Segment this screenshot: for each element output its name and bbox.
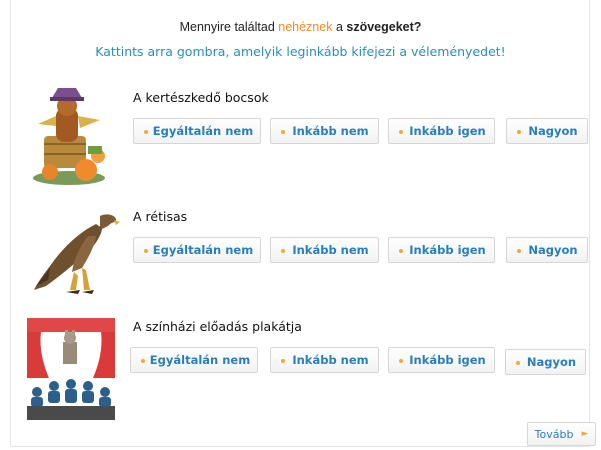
option-rather-not-button[interactable]: Inkább nem [270,347,379,373]
next-button-label: Tovább [534,427,574,441]
button-label: Inkább nem [292,243,369,257]
button-label: Egyáltalán nem [152,124,254,138]
option-not-at-all-button[interactable]: Egyáltalán nem [133,237,261,263]
bullet-icon [399,130,403,134]
bullet-icon [144,130,148,134]
option-rather-yes-button[interactable]: Inkább igen [388,347,495,373]
theater-stage-image [27,318,115,420]
option-rather-not-button[interactable]: Inkább nem [270,237,379,263]
instruction-text: Kattints arra gombra, amelyik leginkább … [95,44,506,59]
bullet-icon [516,361,520,365]
scarecrow-bear-image [33,88,105,185]
option-rather-yes-button[interactable]: Inkább igen [388,237,495,263]
bullet-icon [281,249,285,253]
eagle-image [34,214,120,294]
button-label: Inkább igen [409,243,486,257]
bullet-icon [281,130,285,134]
next-button[interactable]: Tovább ► [527,422,596,446]
button-label: Nagyon [526,355,577,369]
option-very-button[interactable]: Nagyon [506,118,588,144]
bullet-icon [517,130,521,134]
option-rather-not-button[interactable]: Inkább nem [270,118,379,144]
button-label: Inkább igen [409,353,486,367]
button-label: Inkább igen [409,124,486,138]
button-label: Nagyon [528,243,578,257]
button-label: Egyáltalán nem [149,353,251,367]
button-label: Inkább nem [292,353,369,367]
title-text: Mennyire találtad [179,20,279,34]
button-label: Egyáltalán nem [152,243,254,257]
question-title: Mennyire találtad nehéznek a szövegeket? [0,20,601,34]
bullet-icon [399,359,403,363]
bullet-icon [517,249,521,253]
arrow-right-icon: ► [581,429,589,439]
bullet-icon [281,359,285,363]
option-very-button[interactable]: Nagyon [505,349,586,375]
bullet-icon [141,359,145,363]
title-bold: szövegeket? [346,20,422,34]
option-very-button[interactable]: Nagyon [506,237,588,263]
option-not-at-all-button[interactable]: Egyáltalán nem [130,347,258,373]
option-not-at-all-button[interactable]: Egyáltalán nem [133,118,261,144]
button-label: Inkább nem [292,124,369,138]
item-label: A színházi előadás plakátja [133,319,302,334]
bullet-icon [399,249,403,253]
title-text-mid: a [332,20,347,34]
bullet-icon [144,249,148,253]
button-label: Nagyon [528,124,578,138]
item-label: A rétisas [133,209,188,224]
title-highlight: nehéznek [278,20,333,34]
item-label: A kertészkedő bocsok [133,90,269,105]
option-rather-yes-button[interactable]: Inkább igen [388,118,495,144]
